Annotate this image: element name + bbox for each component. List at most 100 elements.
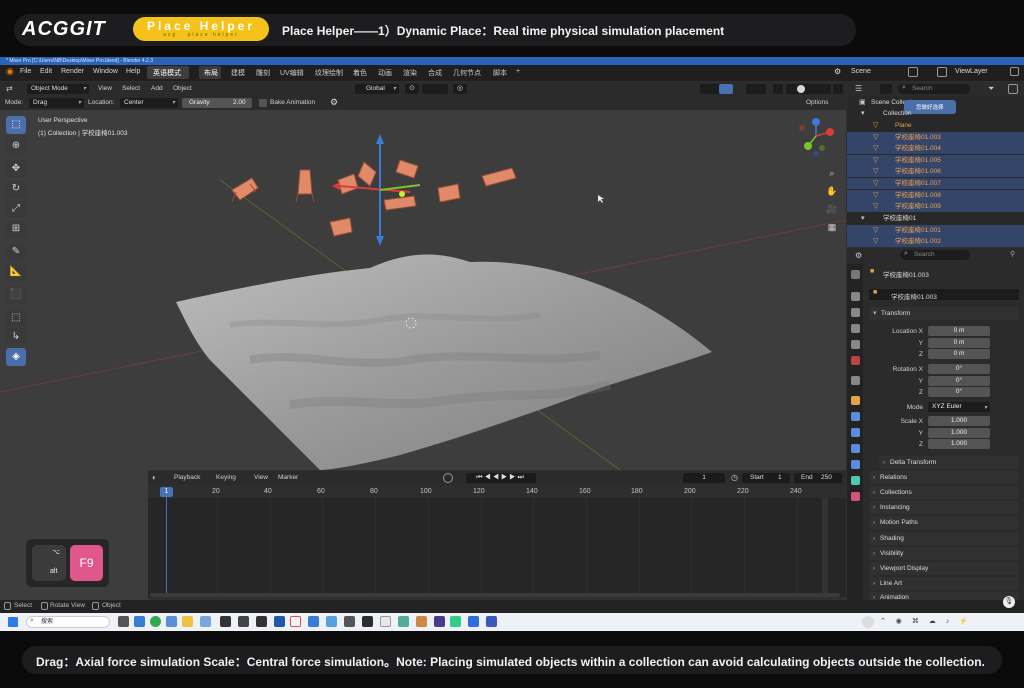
- active-app-icon[interactable]: [290, 616, 301, 627]
- outliner-row-chair-001[interactable]: ▽学校座椅01.001▽👁 📷: [847, 225, 1024, 236]
- timeline-scrollbar[interactable]: [822, 498, 828, 594]
- notification-badge[interactable]: [862, 616, 874, 628]
- render-tab-icon[interactable]: [851, 292, 860, 301]
- tool-tab-icon[interactable]: [851, 270, 860, 279]
- rotation-mode-dropdown[interactable]: XYZ Euler ▾: [928, 402, 990, 412]
- current-frame-field[interactable]: 1: [683, 473, 725, 483]
- collections-panel[interactable]: Collections: [869, 486, 1019, 499]
- display-mode-icon[interactable]: [880, 84, 892, 94]
- taskview-icon[interactable]: [118, 616, 129, 627]
- motion-paths-panel[interactable]: Motion Paths: [869, 516, 1019, 529]
- explorer-icon[interactable]: [182, 616, 193, 627]
- rotation-z-field[interactable]: 0°: [928, 387, 990, 397]
- location-dropdown[interactable]: Center ▾: [120, 98, 178, 108]
- app-icon[interactable]: [434, 616, 445, 627]
- menu-window[interactable]: Window: [93, 68, 118, 75]
- relations-panel[interactable]: Relations: [869, 471, 1019, 484]
- data-tab-icon[interactable]: [851, 476, 860, 485]
- rotate-tool-icon[interactable]: ↻: [6, 180, 26, 198]
- xray-toggle[interactable]: [773, 84, 783, 94]
- outliner-search-input[interactable]: ⌕ Search: [898, 84, 970, 94]
- bake-animation-checkbox[interactable]: [259, 99, 267, 107]
- start-frame-field[interactable]: Start 1: [742, 473, 790, 483]
- material-tab-icon[interactable]: [851, 492, 860, 501]
- place-helper-tool-icon[interactable]: ⬚: [6, 309, 26, 327]
- outliner-editor-icon[interactable]: ☰: [855, 84, 862, 93]
- output-tab-icon[interactable]: [851, 308, 860, 317]
- world-tab-icon[interactable]: [851, 356, 860, 365]
- transform-orientation-dropdown[interactable]: Global ▾: [355, 84, 399, 94]
- app-icon[interactable]: [308, 616, 319, 627]
- workspace-tab-modeling[interactable]: 建模: [231, 68, 245, 78]
- new-collection-icon[interactable]: [1008, 84, 1018, 94]
- app-icon[interactable]: [344, 616, 355, 627]
- menu-view[interactable]: View: [98, 85, 112, 92]
- timeline-marker-menu[interactable]: Marker: [278, 474, 298, 481]
- app-icon[interactable]: [362, 616, 373, 627]
- shading-options[interactable]: [833, 84, 843, 94]
- rotation-y-field[interactable]: 0°: [928, 376, 990, 386]
- outliner-row-chair-004[interactable]: ▽学校座椅01.004▽👁 📷: [847, 143, 1024, 154]
- workspace-tab-geometry-nodes[interactable]: 几何节点: [453, 68, 481, 78]
- menu-render[interactable]: Render: [61, 68, 84, 75]
- menu-object[interactable]: Object: [173, 85, 192, 92]
- transform-tool-icon[interactable]: ⊞: [6, 220, 26, 238]
- menu-edit[interactable]: Edit: [40, 68, 52, 75]
- camera-view-icon[interactable]: 🎥: [825, 202, 839, 216]
- timeline-area[interactable]: [148, 485, 846, 597]
- workspace-tab-sculpt[interactable]: 雕刻: [256, 68, 270, 78]
- app-icon[interactable]: [416, 616, 427, 627]
- snap-toggle[interactable]: [422, 84, 448, 94]
- windows-start-icon[interactable]: [8, 617, 18, 627]
- object-mode-dropdown[interactable]: Object Mode ▾: [27, 84, 89, 94]
- microphone-icon[interactable]: 🎙: [1003, 596, 1015, 608]
- app-icon[interactable]: [326, 616, 337, 627]
- cursor-tool-icon[interactable]: ⊕: [6, 137, 26, 155]
- ortho-grid-icon[interactable]: ▦: [825, 220, 839, 234]
- particles-tab-icon[interactable]: [851, 428, 860, 437]
- measure-tool-icon[interactable]: 📐: [6, 263, 26, 281]
- workspace-tab-texture-paint[interactable]: 纹理绘制: [315, 68, 343, 78]
- timeline-editor-icon[interactable]: ◐: [152, 473, 157, 482]
- solid-shading-icon[interactable]: [797, 85, 805, 93]
- line-art-panel[interactable]: Line Art: [869, 577, 1019, 590]
- scale-y-field[interactable]: 1.000: [928, 428, 990, 438]
- object-name-field[interactable]: ■ 学校座椅01.003: [869, 289, 1019, 301]
- workspace-tab-compositing[interactable]: 合成: [428, 68, 442, 78]
- menu-add[interactable]: Add: [151, 85, 163, 92]
- modifier-tab-icon[interactable]: [851, 412, 860, 421]
- filter-icon[interactable]: ⏷: [988, 84, 994, 94]
- app-icon[interactable]: [200, 616, 211, 627]
- timeline-playback-menu[interactable]: Playback: [174, 474, 200, 481]
- workspace-tab-layout[interactable]: 布局: [204, 68, 218, 78]
- playback-controls[interactable]: ⏮◀◀▶▶⏭: [466, 473, 536, 483]
- visibility-panel[interactable]: Visibility: [869, 547, 1019, 560]
- new-scene-icon[interactable]: [908, 67, 918, 77]
- animation-panel[interactable]: Animation: [869, 592, 1019, 600]
- overlay-toggle[interactable]: [746, 84, 766, 94]
- pin-icon[interactable]: ⚲: [1010, 250, 1015, 258]
- app-icon[interactable]: [486, 616, 497, 627]
- drag-mode-dropdown[interactable]: Drag ▾: [29, 98, 84, 108]
- menu-help[interactable]: Help: [126, 68, 140, 75]
- app-icon[interactable]: [256, 616, 267, 627]
- gizmo-toggle[interactable]: [719, 84, 733, 94]
- dynamic-place-tool-icon[interactable]: ◈: [6, 348, 26, 366]
- current-frame-badge[interactable]: 1: [160, 487, 173, 497]
- delta-transform-panel[interactable]: Delta Transform: [879, 456, 1019, 469]
- outliner-row-chair01-collection[interactable]: ▾学校座椅01☑ 👁 📷: [847, 213, 1024, 224]
- outliner-row-chair-009[interactable]: ▽学校座椅01.009▽👁 📷: [847, 201, 1024, 212]
- collection-tab-icon[interactable]: [851, 376, 860, 385]
- view-layer-tab-icon[interactable]: [851, 324, 860, 333]
- rotation-x-field[interactable]: 0°: [928, 364, 990, 374]
- pivot-point-icon[interactable]: ⊙: [405, 84, 419, 94]
- app-icon[interactable]: [468, 616, 479, 627]
- outliner-row-chair-008[interactable]: ▽学校座椅01.008▽👁 📷: [847, 190, 1024, 201]
- properties-editor-icon[interactable]: ⚙: [855, 251, 862, 260]
- app-icon[interactable]: [220, 616, 231, 627]
- timeline-keying-menu[interactable]: Keying: [216, 474, 236, 481]
- workspace-tab-shading[interactable]: 着色: [353, 68, 367, 78]
- options-menu[interactable]: Options: [806, 99, 828, 106]
- timeline-view-menu[interactable]: View: [254, 474, 268, 481]
- workspace-tab-rendering[interactable]: 渲染: [403, 68, 417, 78]
